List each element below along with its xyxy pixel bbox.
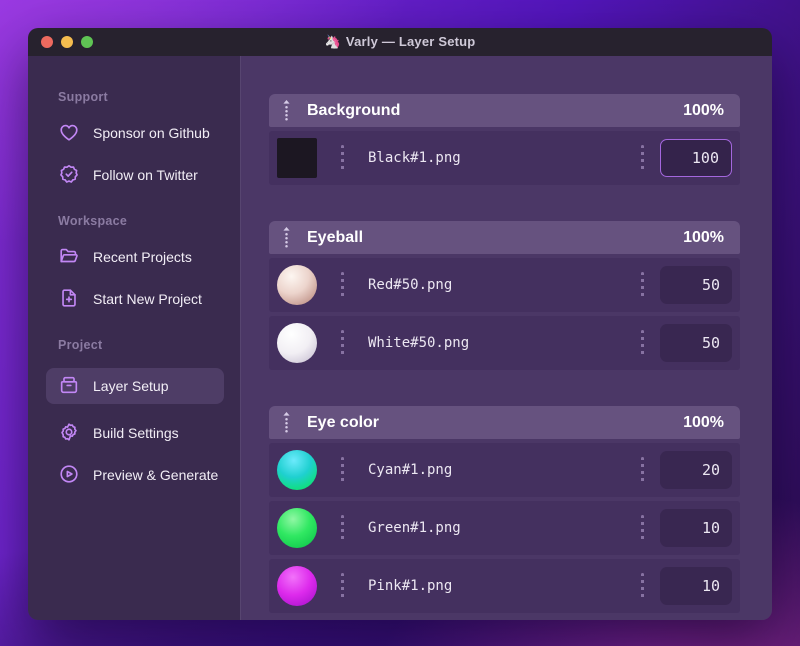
dotted-separator <box>341 145 344 171</box>
window-body: Support Sponsor on Github Follow on Twit… <box>28 56 772 620</box>
app-unicorn-icon: 🦄 <box>324 34 341 49</box>
layer-thumbnail <box>277 138 317 178</box>
sidebar-section: Support Sponsor on Github Follow on Twit… <box>58 90 226 188</box>
sidebar-section: Project Layer Setup Build Settings Previ… <box>46 338 226 488</box>
layer-row[interactable]: Red#50.png <box>269 258 740 312</box>
layer-value-input[interactable] <box>660 139 732 177</box>
sidebar-item-label: Layer Setup <box>93 378 169 394</box>
layer-row[interactable]: White#50.png <box>269 316 740 370</box>
layer-row[interactable]: Pink#1.png <box>269 559 740 613</box>
dotted-separator <box>641 272 644 298</box>
dotted-separator <box>341 330 344 356</box>
sidebar-item-label: Sponsor on Github <box>93 125 210 141</box>
layer-value-input[interactable] <box>660 266 732 304</box>
layer-value-input[interactable] <box>660 567 732 605</box>
sidebar-section-label: Workspace <box>58 214 128 228</box>
layer-value-input[interactable] <box>660 324 732 362</box>
layer-group-header: Eye color 100% <box>269 406 740 439</box>
sidebar-item-sponsor-on-github[interactable]: Sponsor on Github <box>58 120 226 146</box>
layer-filename: Cyan#1.png <box>368 462 453 478</box>
dotted-separator <box>341 272 344 298</box>
gear-icon <box>58 421 80 446</box>
sidebar-item-start-new-project[interactable]: Start New Project <box>58 286 226 312</box>
layer-filename: Black#1.png <box>368 150 461 166</box>
archive-icon <box>58 374 80 399</box>
layer-value-input[interactable] <box>660 509 732 547</box>
sidebar-item-label: Start New Project <box>93 291 202 307</box>
minimize-button[interactable] <box>61 36 73 48</box>
layer-row[interactable]: Cyan#1.png <box>269 443 740 497</box>
close-button[interactable] <box>41 36 53 48</box>
play-circle-icon <box>58 463 80 488</box>
sidebar-item-label: Follow on Twitter <box>93 167 198 183</box>
layer-group-name: Eyeball <box>307 228 364 246</box>
sidebar-section-label: Support <box>58 90 109 104</box>
sidebar-item-follow-on-twitter[interactable]: Follow on Twitter <box>58 162 226 188</box>
drag-handle-icon[interactable] <box>281 411 292 435</box>
sidebar-item-label: Recent Projects <box>93 249 192 265</box>
heart-icon <box>58 121 80 146</box>
layer-row[interactable]: Black#1.png <box>269 131 740 185</box>
layer-thumbnail <box>277 508 317 548</box>
folder-icon <box>58 245 80 270</box>
layer-row[interactable]: Green#1.png <box>269 501 740 555</box>
sidebar-item-label: Build Settings <box>93 425 179 441</box>
layer-group-name: Background <box>307 101 401 119</box>
layer-filename: White#50.png <box>368 335 470 351</box>
file-plus-icon <box>58 287 80 312</box>
layer-group-header: Background 100% <box>269 94 740 127</box>
layer-filename: Green#1.png <box>368 520 461 536</box>
dotted-separator <box>641 573 644 599</box>
layer-group-weight: 100% <box>683 228 724 246</box>
layer-group-eyeball: Eyeball 100% Red#50.png White#50.png <box>269 221 740 370</box>
sidebar: Support Sponsor on Github Follow on Twit… <box>28 56 240 620</box>
layer-group-weight: 100% <box>683 101 724 119</box>
dotted-separator <box>341 457 344 483</box>
sidebar-item-preview-generate[interactable]: Preview & Generate <box>58 462 226 488</box>
dotted-separator <box>341 515 344 541</box>
window-title-text: Varly — Layer Setup <box>345 34 476 49</box>
layer-group-eye-color: Eye color 100% Cyan#1.png Green#1.png Pi… <box>269 406 740 613</box>
drag-handle-icon[interactable] <box>281 99 292 123</box>
layer-thumbnail <box>277 566 317 606</box>
drag-handle-icon[interactable] <box>281 226 292 250</box>
sidebar-section: Workspace Recent Projects Start New Proj… <box>58 214 226 312</box>
layer-filename: Pink#1.png <box>368 578 453 594</box>
sidebar-item-recent-projects[interactable]: Recent Projects <box>58 244 226 270</box>
layer-group-background: Background 100% Black#1.png <box>269 94 740 185</box>
layer-value-input[interactable] <box>660 451 732 489</box>
layer-thumbnail <box>277 450 317 490</box>
dotted-separator <box>641 145 644 171</box>
layer-group-name: Eye color <box>307 413 380 431</box>
sidebar-section-label: Project <box>58 338 103 352</box>
sidebar-item-label: Preview & Generate <box>93 467 219 483</box>
window-title: 🦄 Varly — Layer Setup <box>325 34 476 50</box>
badge-check-icon <box>58 163 80 188</box>
sidebar-item-layer-setup[interactable]: Layer Setup <box>46 368 224 404</box>
layer-thumbnail <box>277 323 317 363</box>
app-window: 🦄 Varly — Layer Setup Support Sponsor on … <box>28 28 772 620</box>
dotted-separator <box>641 515 644 541</box>
layer-filename: Red#50.png <box>368 277 453 293</box>
layer-group-header: Eyeball 100% <box>269 221 740 254</box>
zoom-button[interactable] <box>81 36 93 48</box>
layer-thumbnail <box>277 265 317 305</box>
traffic-lights <box>41 36 93 48</box>
title-bar[interactable]: 🦄 Varly — Layer Setup <box>28 28 772 56</box>
dotted-separator <box>641 330 644 356</box>
layer-setup-panel: Background 100% Black#1.png Eyeball 100%… <box>240 56 772 620</box>
layer-group-weight: 100% <box>683 413 724 431</box>
dotted-separator <box>641 457 644 483</box>
dotted-separator <box>341 573 344 599</box>
sidebar-item-build-settings[interactable]: Build Settings <box>58 420 226 446</box>
